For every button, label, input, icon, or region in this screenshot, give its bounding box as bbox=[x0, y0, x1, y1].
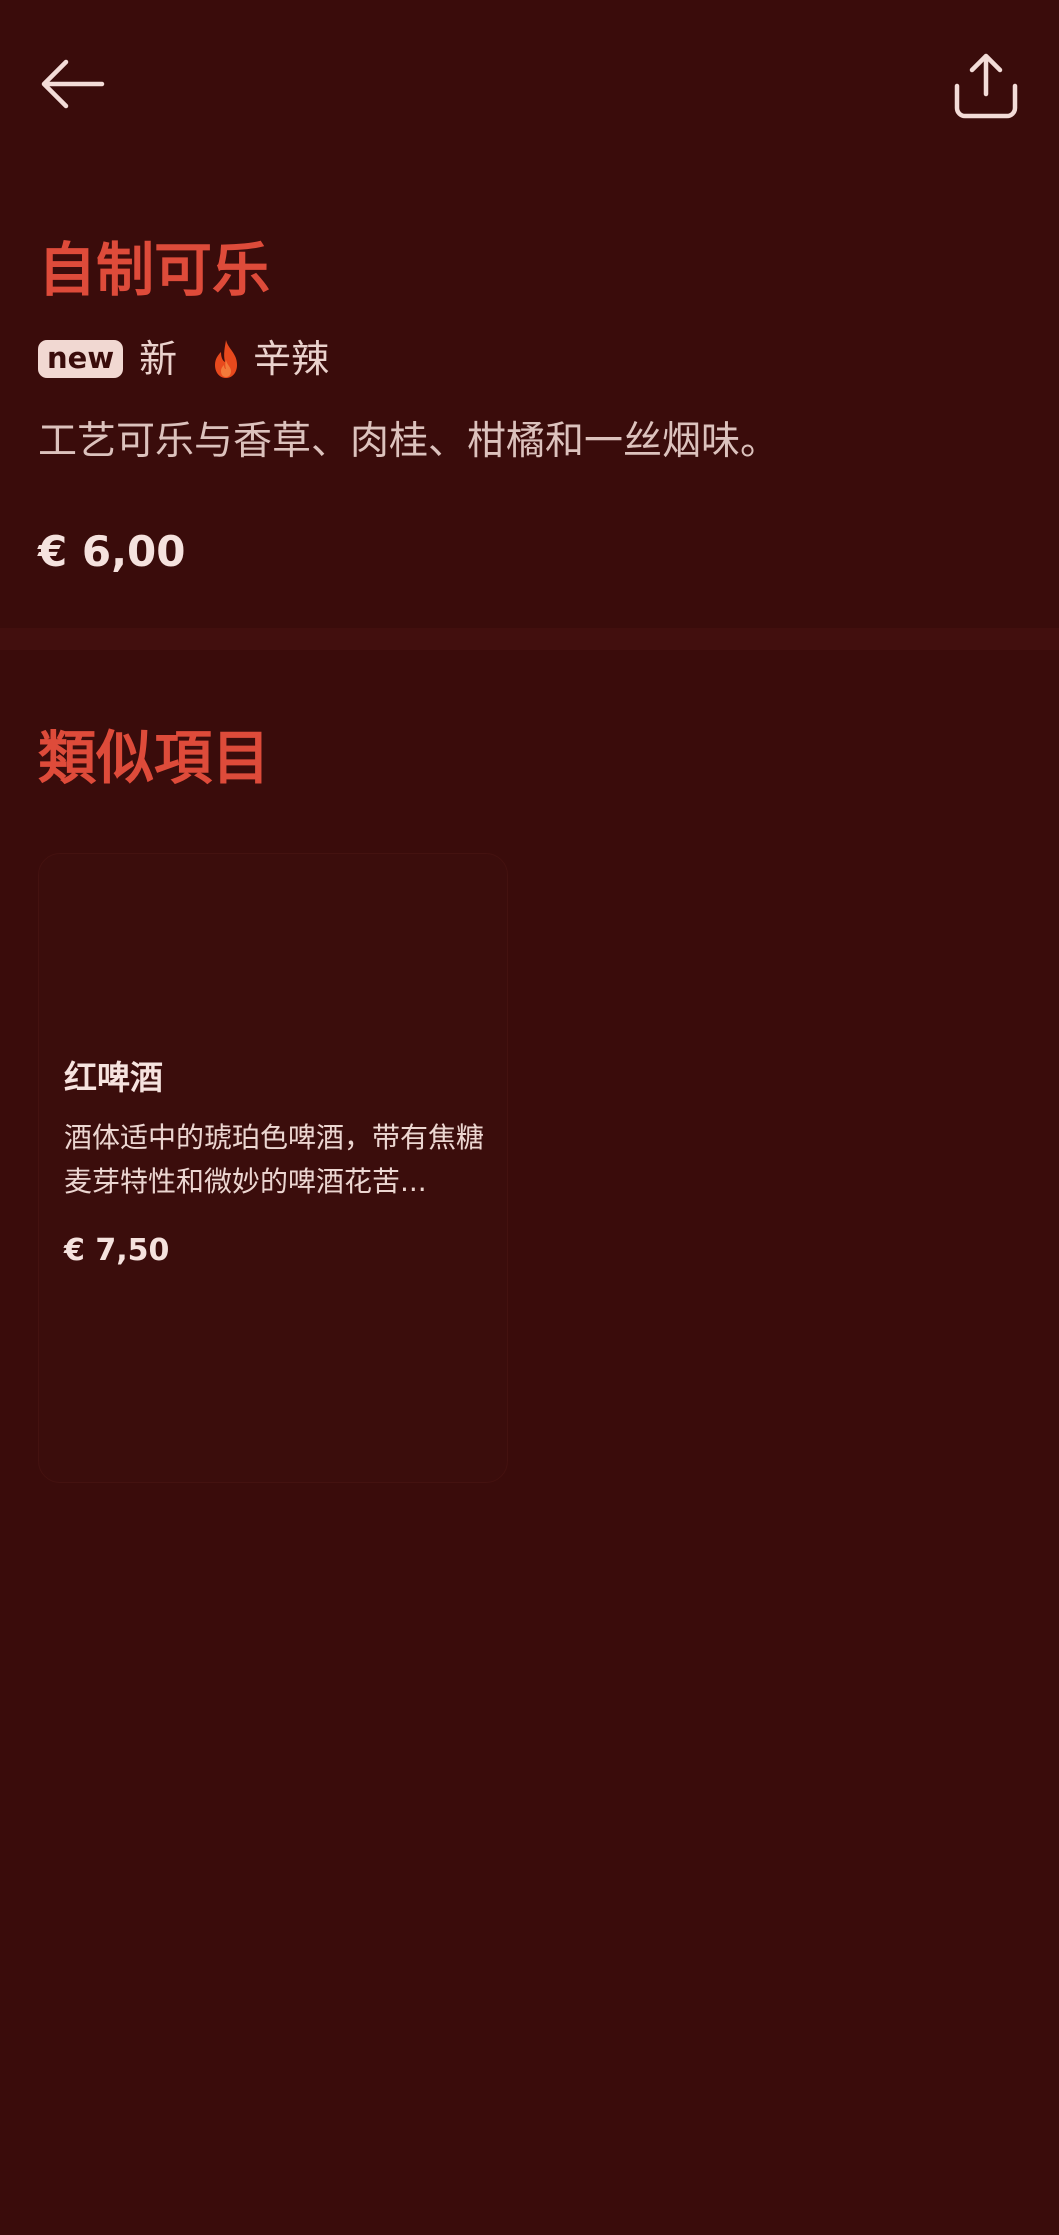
share-button[interactable] bbox=[952, 50, 1020, 120]
product-description: 工艺可乐与香草、肉桂、柑橘和一丝烟味。 bbox=[38, 419, 780, 464]
flame-icon bbox=[215, 340, 238, 378]
share-upload-icon bbox=[954, 53, 1018, 119]
new-badge: new bbox=[38, 340, 124, 378]
back-button[interactable] bbox=[38, 56, 108, 112]
similar-item-description: 酒体适中的琥珀色啤酒，带有焦糖麦芽特性和微妙的啤酒花苦... bbox=[64, 1121, 485, 1198]
tag-new-label: 新 bbox=[139, 337, 178, 381]
tag-spicy-label: 辛辣 bbox=[253, 337, 330, 381]
similar-item-name: 红啤酒 bbox=[64, 1058, 163, 1097]
product-price: € 6,00 bbox=[38, 527, 186, 576]
top-bar bbox=[0, 0, 1059, 170]
product-title: 自制可乐 bbox=[38, 236, 271, 304]
similar-item-card[interactable]: 红啤酒 酒体适中的琥珀色啤酒，带有焦糖麦芽特性和微妙的啤酒花苦... € 7,5… bbox=[38, 853, 508, 1483]
product-tags: new 新 辛辣 bbox=[38, 330, 329, 388]
arrow-left-icon bbox=[41, 59, 105, 109]
section-divider bbox=[0, 628, 1059, 650]
product-detail-page: 自制可乐 new 新 辛辣 工艺可乐与香草、肉桂、柑橘和一丝烟味。 € 6,00… bbox=[0, 0, 1059, 2235]
similar-items-title: 類似項目 bbox=[38, 724, 271, 792]
similar-item-price: € 7,50 bbox=[64, 1233, 170, 1268]
